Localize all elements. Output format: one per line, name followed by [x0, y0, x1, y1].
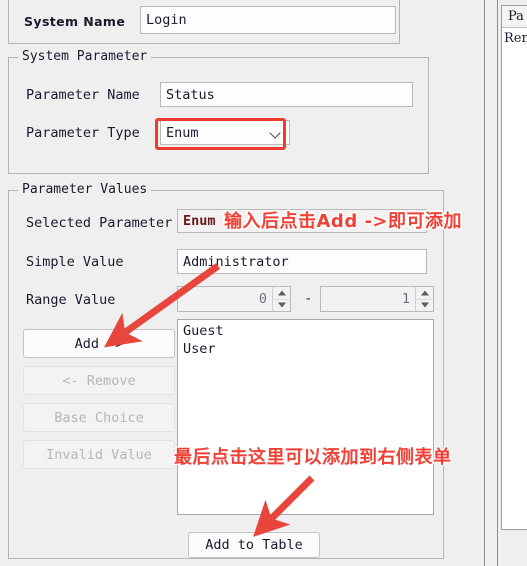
- selected-parameter-label: Selected Parameter: [26, 215, 173, 231]
- annotation-bottom: 最后点击这里可以添加到右侧表单: [174, 447, 452, 469]
- spinner-up-icon[interactable]: [273, 287, 290, 299]
- parameter-values-group: Parameter Values Selected Parameter Enum…: [8, 182, 444, 559]
- range-value-label: Range Value: [26, 292, 116, 308]
- list-item[interactable]: Guest: [181, 322, 430, 340]
- spinner-down-icon[interactable]: [416, 298, 433, 312]
- system-name-group: System Name Login: [8, 0, 400, 44]
- parameter-type-value: Enum: [166, 124, 199, 141]
- spinner-down-icon[interactable]: [273, 298, 290, 312]
- parameter-name-label: Parameter Name: [26, 87, 140, 103]
- parameter-values-title: Parameter Values: [18, 182, 152, 197]
- range-max-spinner[interactable]: 1: [320, 286, 434, 312]
- system-name-input[interactable]: Login: [140, 6, 396, 34]
- range-max-spinner-buttons[interactable]: [415, 287, 433, 311]
- range-min-value: 0: [258, 291, 267, 307]
- simple-value-label: Simple Value: [26, 254, 124, 270]
- base-choice-button[interactable]: Base Choice: [23, 403, 175, 432]
- spinner-up-icon[interactable]: [416, 287, 433, 299]
- panel-splitter[interactable]: [484, 0, 498, 566]
- parameter-name-input[interactable]: Status: [160, 82, 413, 107]
- parameter-values-list[interactable]: Guest User: [177, 319, 434, 515]
- simple-value-input[interactable]: Administrator: [177, 249, 427, 274]
- annotation-top: 输入后点击Add ->即可添加: [224, 211, 463, 233]
- parameter-type-select[interactable]: Enum: [160, 120, 290, 145]
- side-table-cell[interactable]: Rem: [502, 28, 527, 48]
- system-parameter-title: System Parameter: [18, 49, 152, 64]
- side-parameter-table[interactable]: Pa Rem: [501, 5, 527, 530]
- system-parameter-group: System Parameter Parameter Name Status P…: [8, 49, 429, 174]
- side-table-column-header[interactable]: Pa: [502, 6, 527, 28]
- range-separator: -: [304, 291, 313, 307]
- remove-button[interactable]: <- Remove: [23, 366, 175, 395]
- chevron-down-icon: [270, 127, 282, 139]
- add-to-table-button[interactable]: Add to Table: [188, 532, 320, 558]
- range-min-spinner-buttons[interactable]: [272, 287, 290, 311]
- add-button[interactable]: Add ->: [23, 329, 175, 358]
- parameter-type-label: Parameter Type: [26, 125, 140, 141]
- invalid-value-button[interactable]: Invalid Value: [23, 440, 175, 469]
- range-max-value: 1: [401, 291, 410, 307]
- list-item[interactable]: User: [181, 340, 430, 358]
- range-min-spinner[interactable]: 0: [177, 286, 291, 312]
- system-name-label: System Name: [24, 14, 126, 29]
